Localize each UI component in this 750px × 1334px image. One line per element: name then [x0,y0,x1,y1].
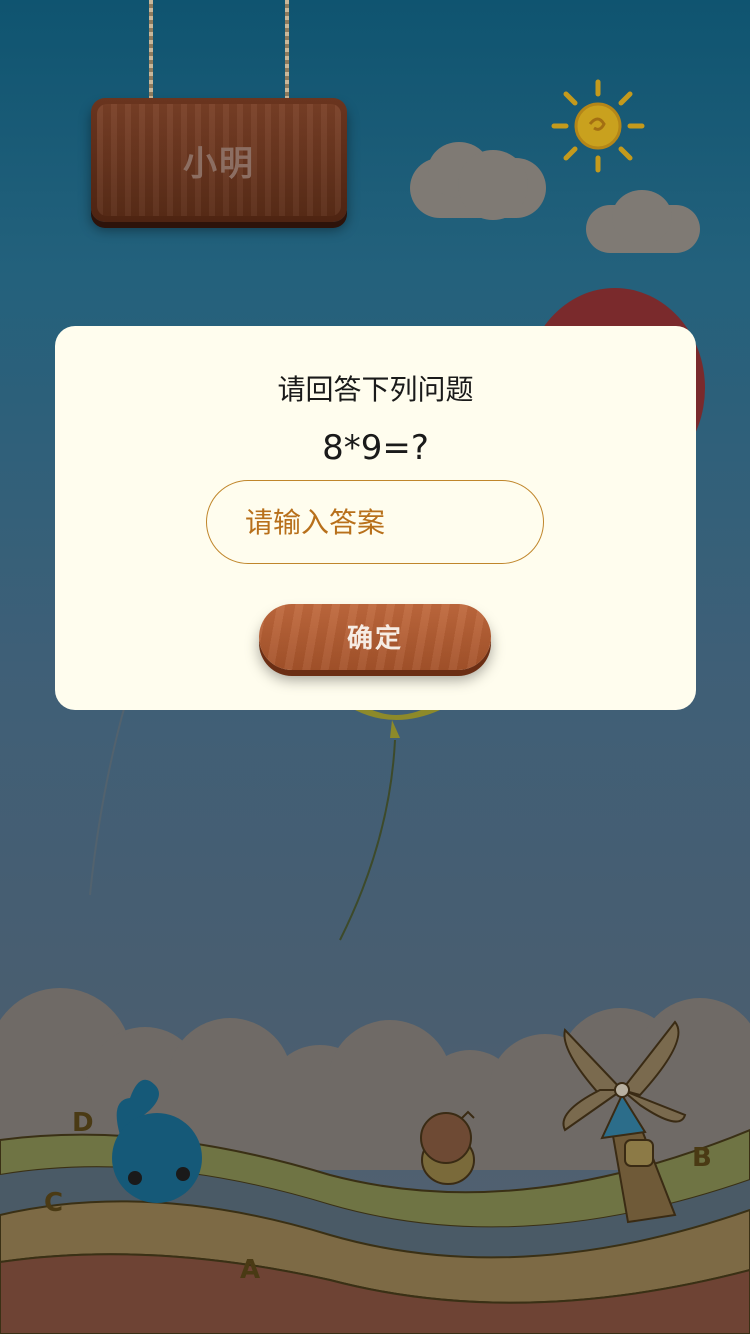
lane-label-c: C [44,1188,64,1218]
question-dialog: 请回答下列问题 8*9=? 确定 [55,326,696,710]
dialog-title: 请回答下列问题 [277,373,474,406]
game-scene: 小明 D C A B 请回答下列问题 8*9=? 请输入答案 确定 [0,0,750,1334]
boy-character [420,1110,475,1185]
lane-label-d: D [72,1108,94,1138]
math-question: 8*9=? [322,428,429,468]
lane-label-b: B [692,1143,712,1173]
confirm-label: 确定 [346,624,403,654]
confirm-button[interactable]: 确定 [259,604,491,670]
answer-input[interactable] [206,480,544,564]
lane-label-a: A [240,1255,261,1285]
